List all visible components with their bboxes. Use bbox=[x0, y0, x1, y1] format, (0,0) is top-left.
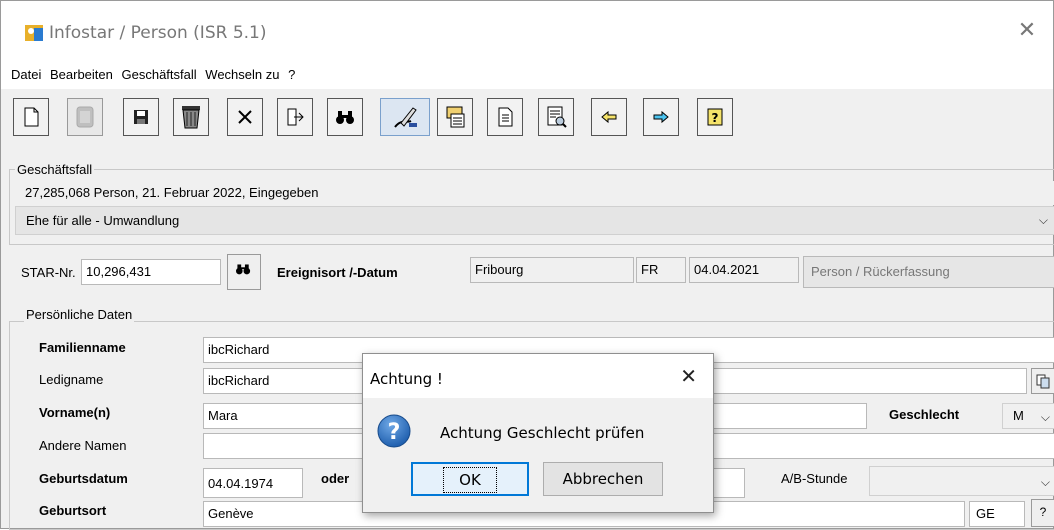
clipboard-button[interactable] bbox=[437, 98, 473, 136]
ok-button[interactable]: OK bbox=[411, 462, 529, 496]
svg-text:?: ? bbox=[388, 420, 401, 445]
cancel-button[interactable] bbox=[227, 98, 263, 136]
dialog-close-button[interactable]: ✕ bbox=[680, 364, 697, 388]
search-binoculars-icon bbox=[236, 264, 251, 275]
menu-geschaeftsfall[interactable]: Geschäftsfall bbox=[122, 67, 197, 82]
new-document-button[interactable] bbox=[13, 98, 49, 136]
cancel-dialog-button[interactable]: Abbrechen bbox=[543, 462, 663, 496]
edit-sign-icon bbox=[394, 107, 417, 128]
clipboard-icon bbox=[446, 106, 465, 128]
delete-disabled-icon bbox=[76, 106, 94, 128]
window-title: Infostar / Person (ISR 5.1) bbox=[49, 23, 267, 43]
geschaeftsfall-selected: Ehe für alle - Umwandlung bbox=[26, 213, 180, 228]
andere-namen-label: Andere Namen bbox=[39, 438, 127, 453]
ledigname-label: Ledigname bbox=[39, 372, 104, 387]
chevron-down-icon: ⌵ bbox=[1040, 410, 1050, 424]
chevron-down-icon: ⌵ bbox=[1040, 475, 1050, 489]
arrow-right-icon bbox=[653, 110, 669, 124]
personal-data-label: Persönliche Daten bbox=[24, 307, 135, 322]
search-button[interactable] bbox=[327, 98, 363, 136]
warning-dialog: Achtung ! ✕ ? Achtung Geschlecht prüfen … bbox=[362, 353, 714, 513]
window-close-button[interactable]: ✕ bbox=[1015, 19, 1039, 43]
cancel-icon bbox=[238, 110, 252, 124]
geschlecht-value: M bbox=[1013, 408, 1024, 423]
save-button[interactable] bbox=[123, 98, 159, 136]
vorname-label: Vorname(n) bbox=[39, 405, 111, 420]
ab-stunde-label: A/B-Stunde bbox=[781, 471, 848, 486]
ereignis-datum-field: 04.04.2021 bbox=[689, 257, 799, 283]
dialog-body: ? Achtung Geschlecht prüfen OK Abbrechen bbox=[363, 398, 713, 512]
copy-button[interactable] bbox=[1031, 368, 1054, 394]
copy-icon bbox=[1036, 374, 1050, 389]
app-icon bbox=[25, 25, 43, 41]
document-button[interactable] bbox=[487, 98, 523, 136]
ereignisort-label: Ereignisort /-Datum bbox=[277, 265, 398, 280]
chevron-down-icon: ⌵ bbox=[1038, 213, 1048, 227]
save-icon bbox=[134, 110, 148, 124]
geburtsdatum-field[interactable]: 04.04.1974 bbox=[203, 468, 303, 498]
familienname-label: Familienname bbox=[39, 340, 126, 355]
export-icon bbox=[287, 108, 304, 126]
menu-bearbeiten[interactable]: Bearbeiten bbox=[50, 67, 113, 82]
document-icon bbox=[498, 107, 513, 127]
geburtsdatum-label: Geburtsdatum bbox=[39, 471, 128, 486]
ab-stunde-select[interactable]: ⌵ bbox=[869, 466, 1054, 496]
svg-text:?: ? bbox=[712, 111, 719, 125]
main-window: Infostar / Person (ISR 5.1) ✕ Datei Bear… bbox=[0, 0, 1054, 530]
geschaeftsfall-select[interactable]: Ehe für alle - Umwandlung ⌵ bbox=[15, 206, 1054, 235]
menu-datei[interactable]: Datei bbox=[11, 67, 41, 82]
geschlecht-select[interactable]: M ⌵ bbox=[1002, 403, 1054, 429]
edit-sign-button[interactable] bbox=[380, 98, 430, 136]
geburtsort-help-button[interactable]: ? bbox=[1031, 499, 1054, 527]
geburtsort-label: Geburtsort bbox=[39, 503, 107, 518]
person-type-field: Person / Rückerfassung bbox=[803, 256, 1054, 288]
dialog-title: Achtung ! bbox=[370, 370, 443, 388]
geschaeftsfall-label: Geschäftsfall bbox=[15, 162, 95, 177]
menu-bar: Datei Bearbeiten Geschäftsfall Wechseln … bbox=[1, 59, 1053, 89]
ereignisort-kanton-field: FR bbox=[636, 257, 686, 283]
delete-disabled-button[interactable] bbox=[67, 98, 103, 136]
arrow-left-icon bbox=[601, 110, 617, 124]
toolbar: ? bbox=[1, 89, 1053, 151]
oder-label: oder bbox=[321, 471, 350, 486]
help-button[interactable]: ? bbox=[697, 98, 733, 136]
forward-button[interactable] bbox=[643, 98, 679, 136]
question-icon: ? bbox=[377, 414, 411, 448]
print-preview-icon bbox=[547, 106, 567, 128]
menu-help[interactable]: ? bbox=[288, 67, 295, 82]
geburtsort-kanton-field[interactable]: GE bbox=[969, 501, 1025, 527]
trash-button[interactable] bbox=[173, 98, 209, 136]
star-search-button[interactable] bbox=[227, 254, 261, 290]
export-button[interactable] bbox=[277, 98, 313, 136]
star-nr-field[interactable]: 10,296,431 bbox=[81, 259, 221, 285]
menu-wechseln-zu[interactable]: Wechseln zu bbox=[205, 67, 279, 82]
new-document-icon bbox=[24, 107, 39, 127]
help-icon: ? bbox=[707, 108, 723, 126]
back-button[interactable] bbox=[591, 98, 627, 136]
star-nr-label: STAR-Nr. bbox=[21, 265, 76, 280]
geschlecht-label: Geschlecht bbox=[889, 407, 960, 422]
search-binoculars-icon bbox=[336, 111, 354, 124]
trash-icon bbox=[182, 106, 200, 129]
geschaeftsfall-info: 27,285,068 Person, 21. Februar 2022, Ein… bbox=[15, 181, 1054, 205]
dialog-message: Achtung Geschlecht prüfen bbox=[440, 424, 645, 442]
print-preview-button[interactable] bbox=[538, 98, 574, 136]
ok-label: OK bbox=[443, 467, 497, 493]
ereignisort-field: Fribourg bbox=[470, 257, 634, 283]
title-bar: Infostar / Person (ISR 5.1) ✕ bbox=[1, 1, 1053, 59]
